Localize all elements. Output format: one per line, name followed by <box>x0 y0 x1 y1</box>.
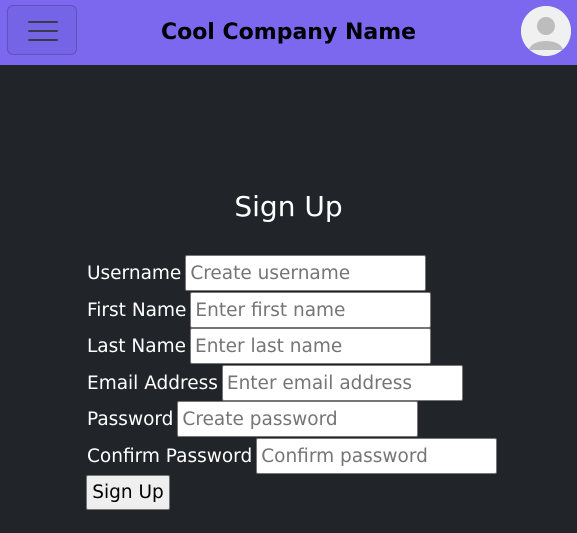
last-name-label: Last Name <box>87 335 186 357</box>
first-name-label: First Name <box>87 299 187 321</box>
last-name-row: Last Name <box>87 328 431 364</box>
user-avatar-icon[interactable] <box>521 6 571 56</box>
username-row: Username <box>87 255 427 291</box>
page-title: Sign Up <box>234 190 343 223</box>
menu-toggle-button[interactable] <box>7 5 77 55</box>
sign-up-button[interactable]: Sign Up <box>86 475 170 510</box>
password-row: Password <box>87 401 419 437</box>
brand-title: Cool Company Name <box>160 20 417 45</box>
confirm-password-label: Confirm Password <box>87 445 253 467</box>
email-input[interactable] <box>221 365 463 401</box>
confirm-password-input[interactable] <box>256 438 498 474</box>
email-label: Email Address <box>87 372 218 394</box>
first-name-row: First Name <box>87 292 432 328</box>
email-row: Email Address <box>87 365 463 401</box>
password-label: Password <box>87 408 174 430</box>
username-label: Username <box>87 262 182 284</box>
top-navbar: Cool Company Name <box>0 0 577 65</box>
last-name-input[interactable] <box>190 328 431 364</box>
password-input[interactable] <box>177 401 419 437</box>
first-name-input[interactable] <box>190 292 432 328</box>
confirm-password-row: Confirm Password <box>87 438 498 474</box>
username-input[interactable] <box>185 255 427 291</box>
